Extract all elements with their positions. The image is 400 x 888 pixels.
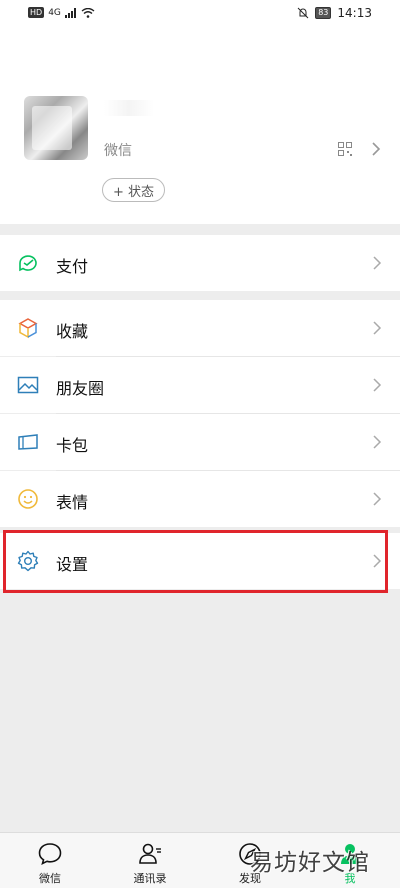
- chevron-right-icon: [373, 378, 382, 392]
- menu-item-favorites[interactable]: 收藏: [0, 300, 400, 356]
- pay-icon: [19, 255, 37, 272]
- menu-label-favorites: 收藏: [56, 322, 89, 341]
- chevron-right-icon: [373, 435, 382, 449]
- status-bar: HD 4G 83 14:13: [0, 0, 400, 30]
- chevron-right-icon: [373, 321, 382, 335]
- chevron-right-icon[interactable]: [370, 140, 382, 158]
- smiley-icon: [18, 489, 38, 509]
- settings-highlight-box: [3, 530, 388, 593]
- favorites-cube-icon: [18, 318, 38, 339]
- clock: 14:13: [337, 6, 372, 20]
- battery-level: 83: [315, 7, 332, 19]
- wifi-icon: [81, 7, 95, 18]
- tab-chats[interactable]: 微信: [0, 833, 100, 888]
- menu-item-moments[interactable]: 朋友圈: [0, 357, 400, 413]
- avatar[interactable]: [24, 96, 88, 160]
- menu-label-pay: 支付: [56, 257, 89, 276]
- chevron-right-icon: [373, 492, 382, 506]
- menu-item-pay[interactable]: 支付: [0, 235, 400, 291]
- tab-contacts[interactable]: 通讯录: [100, 833, 200, 888]
- tab-label-chats: 微信: [39, 872, 61, 885]
- network-label: 4G: [48, 7, 61, 18]
- menu-label-moments: 朋友圈: [56, 379, 105, 398]
- status-left: HD 4G: [28, 7, 95, 18]
- hd-badge: HD: [28, 7, 45, 18]
- menu-label-cards: 卡包: [56, 436, 89, 455]
- status-right: 83 14:13: [297, 6, 372, 20]
- mute-bell-icon: [297, 7, 309, 19]
- chevron-right-icon: [373, 256, 382, 270]
- card-wallet-icon: [18, 434, 38, 450]
- add-status-button[interactable]: + 状态: [102, 178, 166, 202]
- menu-item-stickers[interactable]: 表情: [0, 471, 400, 527]
- profile-header[interactable]: 微信 + 状态: [0, 30, 400, 224]
- menu-item-cards[interactable]: 卡包: [0, 414, 400, 470]
- chat-bubble-icon: [38, 843, 62, 865]
- tab-label-contacts: 通讯录: [133, 872, 167, 885]
- nickname-redacted: [104, 100, 154, 116]
- contacts-person-icon: [139, 843, 161, 864]
- moments-picture-icon: [17, 376, 39, 394]
- signal-icon: [64, 7, 76, 18]
- watermark: 易坊好文馆: [250, 850, 370, 876]
- wechat-id-label: 微信: [104, 143, 132, 159]
- qr-code-icon[interactable]: [338, 142, 352, 156]
- menu-label-stickers: 表情: [56, 493, 89, 512]
